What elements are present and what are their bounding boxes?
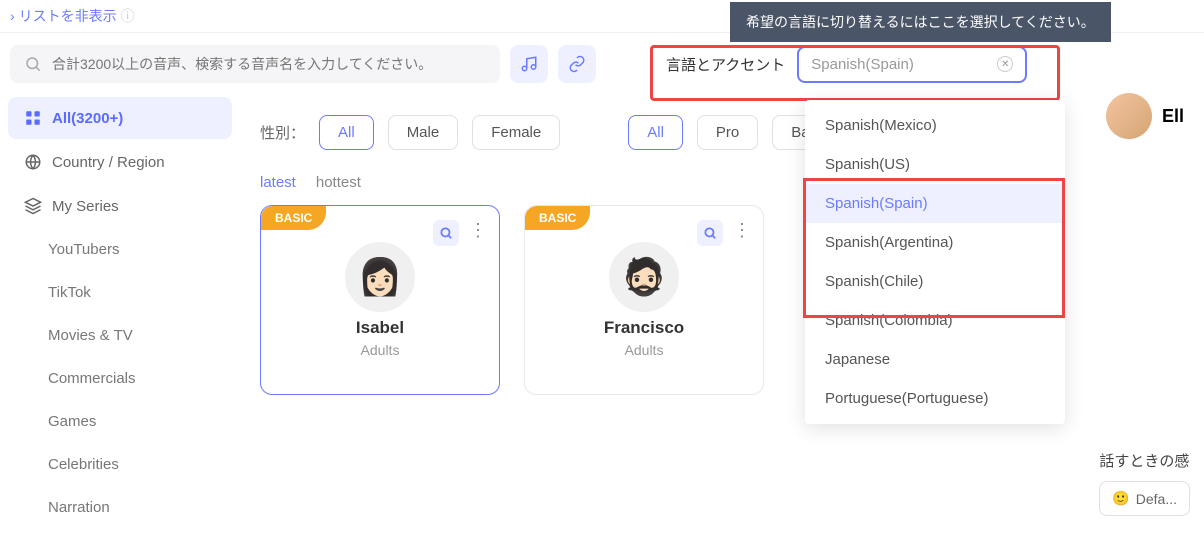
toolbar: 言語とアクセント Spanish(Spain) ✕ Ell: [0, 33, 1204, 95]
collapse-list-link[interactable]: › リストを非表示: [10, 6, 117, 26]
sidebar-all-label: All(3200+): [52, 110, 123, 127]
search-icon: [703, 226, 717, 240]
emotion-chip-label: Defa...: [1136, 491, 1177, 507]
card-menu-button[interactable]: ⋮: [733, 220, 751, 241]
grid-icon: [24, 109, 42, 127]
language-select[interactable]: Spanish(Spain) ✕: [797, 46, 1027, 83]
sidebar-item-country[interactable]: Country / Region: [8, 141, 232, 183]
language-tooltip: 希望の言語に切り替えるにはここを選択してください。: [730, 2, 1111, 42]
tier-badge: BASIC: [261, 206, 326, 230]
voice-avatar: 🧔🏻: [609, 242, 679, 312]
filter-tier-all[interactable]: All: [628, 115, 683, 150]
dropdown-option[interactable]: Spanish(US): [805, 145, 1065, 184]
dropdown-option[interactable]: Spanish(Mexico): [805, 106, 1065, 145]
search-icon: [439, 226, 453, 240]
language-label: 言語とアクセント: [666, 54, 785, 75]
voice-avatar: 👩🏻: [345, 242, 415, 312]
voice-category: Adults: [361, 342, 400, 358]
dropdown-option[interactable]: Spanish(Argentina): [805, 223, 1065, 262]
search-input[interactable]: [52, 56, 486, 72]
tier-badge: BASIC: [525, 206, 590, 230]
search-icon: [24, 55, 42, 73]
voice-card-francisco[interactable]: BASIC ⋮ 🧔🏻 Francisco Adults: [524, 205, 764, 395]
gender-label: 性別：: [260, 122, 305, 143]
emotion-panel: 話すときの感 🙂 Defa...: [1085, 436, 1204, 530]
music-note-icon: [520, 55, 538, 73]
sidebar-item-tiktok[interactable]: TikTok: [8, 272, 232, 313]
sort-latest[interactable]: latest: [260, 174, 296, 191]
filter-gender-female[interactable]: Female: [472, 115, 560, 150]
sidebar-item-myseries[interactable]: My Series: [8, 185, 232, 227]
filter-tier-pro[interactable]: Pro: [697, 115, 758, 150]
language-accent-group: 言語とアクセント Spanish(Spain) ✕: [666, 46, 1027, 83]
sort-hottest[interactable]: hottest: [316, 174, 361, 191]
link-icon: [568, 55, 586, 73]
search-box[interactable]: [10, 45, 500, 83]
globe-icon: [24, 153, 42, 171]
voice-category: Adults: [625, 342, 664, 358]
sidebar-myseries-label: My Series: [52, 198, 119, 215]
info-icon: ⓘ: [121, 6, 135, 26]
link-import-button[interactable]: [558, 45, 596, 83]
voice-name: Isabel: [356, 318, 404, 338]
smile-icon: 🙂: [1112, 490, 1129, 507]
filter-gender-male[interactable]: Male: [388, 115, 459, 150]
card-preview-button[interactable]: [697, 220, 723, 246]
sidebar-item-games[interactable]: Games: [8, 401, 232, 442]
sidebar-country-label: Country / Region: [52, 154, 165, 171]
card-preview-button[interactable]: [433, 220, 459, 246]
dropdown-option-selected[interactable]: Spanish(Spain): [805, 184, 1065, 223]
sidebar-item-youtubers[interactable]: YouTubers: [8, 229, 232, 270]
sidebar: All(3200+) Country / Region My Series Yo…: [0, 95, 240, 530]
clear-icon[interactable]: ✕: [997, 56, 1013, 72]
sidebar-item-commercials[interactable]: Commercials: [8, 358, 232, 399]
language-value: Spanish(Spain): [811, 56, 914, 73]
dropdown-option[interactable]: Spanish(Colombia): [805, 301, 1065, 340]
sidebar-item-celebrities[interactable]: Celebrities: [8, 444, 232, 485]
dropdown-option[interactable]: Japanese: [805, 340, 1065, 379]
emotion-label: 話すときの感: [1099, 450, 1190, 471]
voice-name: Francisco: [604, 318, 684, 338]
card-menu-button[interactable]: ⋮: [469, 220, 487, 241]
voice-card-isabel[interactable]: BASIC ⋮ 👩🏻 Isabel Adults: [260, 205, 500, 395]
collapse-label: リストを非表示: [19, 6, 117, 26]
sidebar-item-all[interactable]: All(3200+): [8, 97, 232, 139]
chevron-right-icon: ›: [10, 8, 15, 24]
dropdown-option[interactable]: Spanish(Chile): [805, 262, 1065, 301]
sidebar-item-narration[interactable]: Narration: [8, 487, 232, 528]
filter-gender-all[interactable]: All: [319, 115, 374, 150]
sidebar-item-movies[interactable]: Movies & TV: [8, 315, 232, 356]
language-dropdown: Spanish(Mexico) Spanish(US) Spanish(Spai…: [805, 100, 1065, 424]
music-import-button[interactable]: [510, 45, 548, 83]
emotion-default-chip[interactable]: 🙂 Defa...: [1099, 481, 1190, 516]
layers-icon: [24, 197, 42, 215]
dropdown-option[interactable]: Portuguese(Portuguese): [805, 379, 1065, 418]
